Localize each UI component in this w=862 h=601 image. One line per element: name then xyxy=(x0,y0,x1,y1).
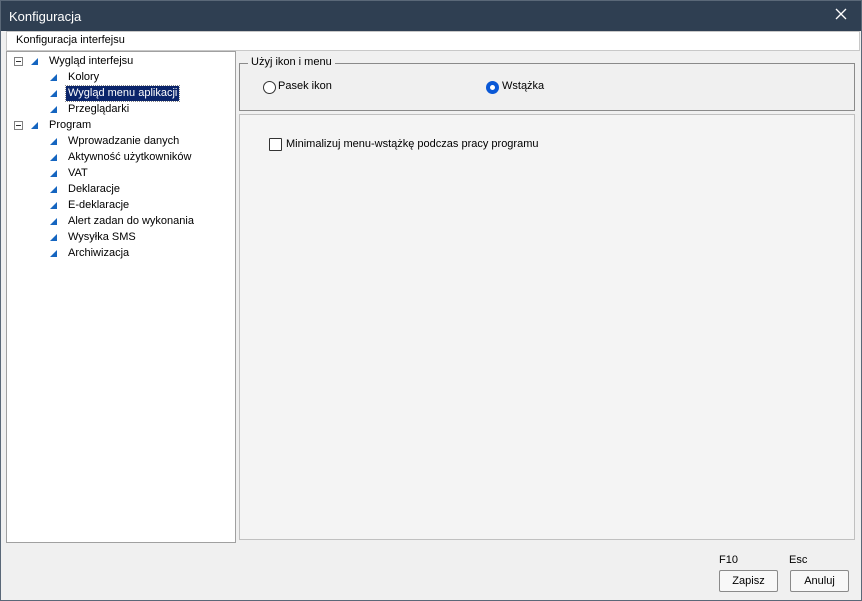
tree-item-wyglad-menu[interactable]: Wygląd menu aplikacji xyxy=(7,85,233,102)
close-icon xyxy=(835,8,847,23)
section-header-label: Konfiguracja interfejsu xyxy=(16,34,125,46)
tree-node-icon xyxy=(50,138,57,145)
tree-node-icon xyxy=(50,186,57,193)
tree-node-icon xyxy=(50,250,57,257)
config-dialog: Konfiguracja Konfiguracja interfejsu Wyg… xyxy=(0,0,862,601)
tree-label: Aktywność użytkowników xyxy=(68,151,192,163)
tree-item-deklaracje[interactable]: Deklaracje xyxy=(7,182,233,197)
minimize-ribbon-checkbox[interactable] xyxy=(269,138,282,151)
tree-item-e-deklaracje[interactable]: E-deklaracje xyxy=(7,198,233,213)
tree-group-program[interactable]: Program xyxy=(7,118,233,133)
tree-item-wprowadzanie[interactable]: Wprowadzanie danych xyxy=(7,134,233,149)
tree-item-archiwizacja[interactable]: Archiwizacja xyxy=(7,246,233,261)
cancel-button[interactable]: Anuluj xyxy=(790,570,849,592)
tree-label: Program xyxy=(49,119,92,131)
save-shortcut-hint: F10 xyxy=(719,554,738,566)
tree-label: Archiwizacja xyxy=(68,247,130,259)
collapse-icon[interactable] xyxy=(14,121,23,130)
tree-node-icon xyxy=(50,74,57,81)
tree-group-interface[interactable]: Wygląd interfejsu xyxy=(7,54,233,69)
tree-label: Deklaracje xyxy=(68,183,120,195)
config-tree[interactable]: Wygląd interfejsu Kolory Wygląd menu apl… xyxy=(6,51,236,543)
close-button[interactable] xyxy=(827,4,855,26)
tree-label: Przeglądarki xyxy=(68,103,130,115)
tree-label: Kolory xyxy=(68,71,100,83)
tree-label: Alert zadan do wykonania xyxy=(68,215,194,227)
tree-label: Wygląd interfejsu xyxy=(49,55,134,67)
section-header: Konfiguracja interfejsu xyxy=(6,31,860,51)
tree-node-icon xyxy=(50,218,57,225)
radio-ribbon[interactable] xyxy=(486,81,499,94)
tree-node-icon xyxy=(50,90,57,97)
title-bar: Konfiguracja xyxy=(1,1,861,31)
tree-item-vat[interactable]: VAT xyxy=(7,166,233,181)
tree-node-icon xyxy=(50,106,57,113)
tree-label: Wysyłka SMS xyxy=(68,231,136,243)
tree-label-selected: Wygląd menu aplikacji xyxy=(64,85,181,102)
tree-item-alert[interactable]: Alert zadan do wykonania xyxy=(7,214,233,229)
radio-ribbon-label[interactable]: Wstążka xyxy=(502,80,544,92)
tree-item-aktywnosc[interactable]: Aktywność użytkowników xyxy=(7,150,233,165)
tree-label: Wprowadzanie danych xyxy=(68,135,180,147)
tree-node-icon xyxy=(50,170,57,177)
tree-node-icon xyxy=(50,154,57,161)
collapse-icon[interactable] xyxy=(14,57,23,66)
tree-node-icon xyxy=(31,58,38,65)
radio-icons-bar[interactable] xyxy=(263,81,276,94)
tree-label: VAT xyxy=(68,167,88,179)
tree-item-kolory[interactable]: Kolory xyxy=(7,70,233,85)
tree-node-icon xyxy=(50,234,57,241)
groupbox-title: Użyj ikon i menu xyxy=(248,56,335,68)
tree-node-icon xyxy=(50,202,57,209)
cancel-shortcut-hint: Esc xyxy=(789,554,808,566)
menu-mode-groupbox: Użyj ikon i menu Pasek ikon Wstążka xyxy=(239,56,855,111)
tree-label: E-deklaracje xyxy=(68,199,130,211)
minimize-ribbon-label[interactable]: Minimalizuj menu-wstążkę podczas pracy p… xyxy=(286,138,538,150)
window-title: Konfiguracja xyxy=(9,9,82,24)
radio-icons-bar-label[interactable]: Pasek ikon xyxy=(278,80,332,92)
save-button[interactable]: Zapisz xyxy=(719,570,778,592)
options-panel: Minimalizuj menu-wstążkę podczas pracy p… xyxy=(239,114,855,540)
tree-item-sms[interactable]: Wysyłka SMS xyxy=(7,230,233,245)
tree-node-icon xyxy=(31,122,38,129)
tree-item-przegladarki[interactable]: Przeglądarki xyxy=(7,102,233,117)
